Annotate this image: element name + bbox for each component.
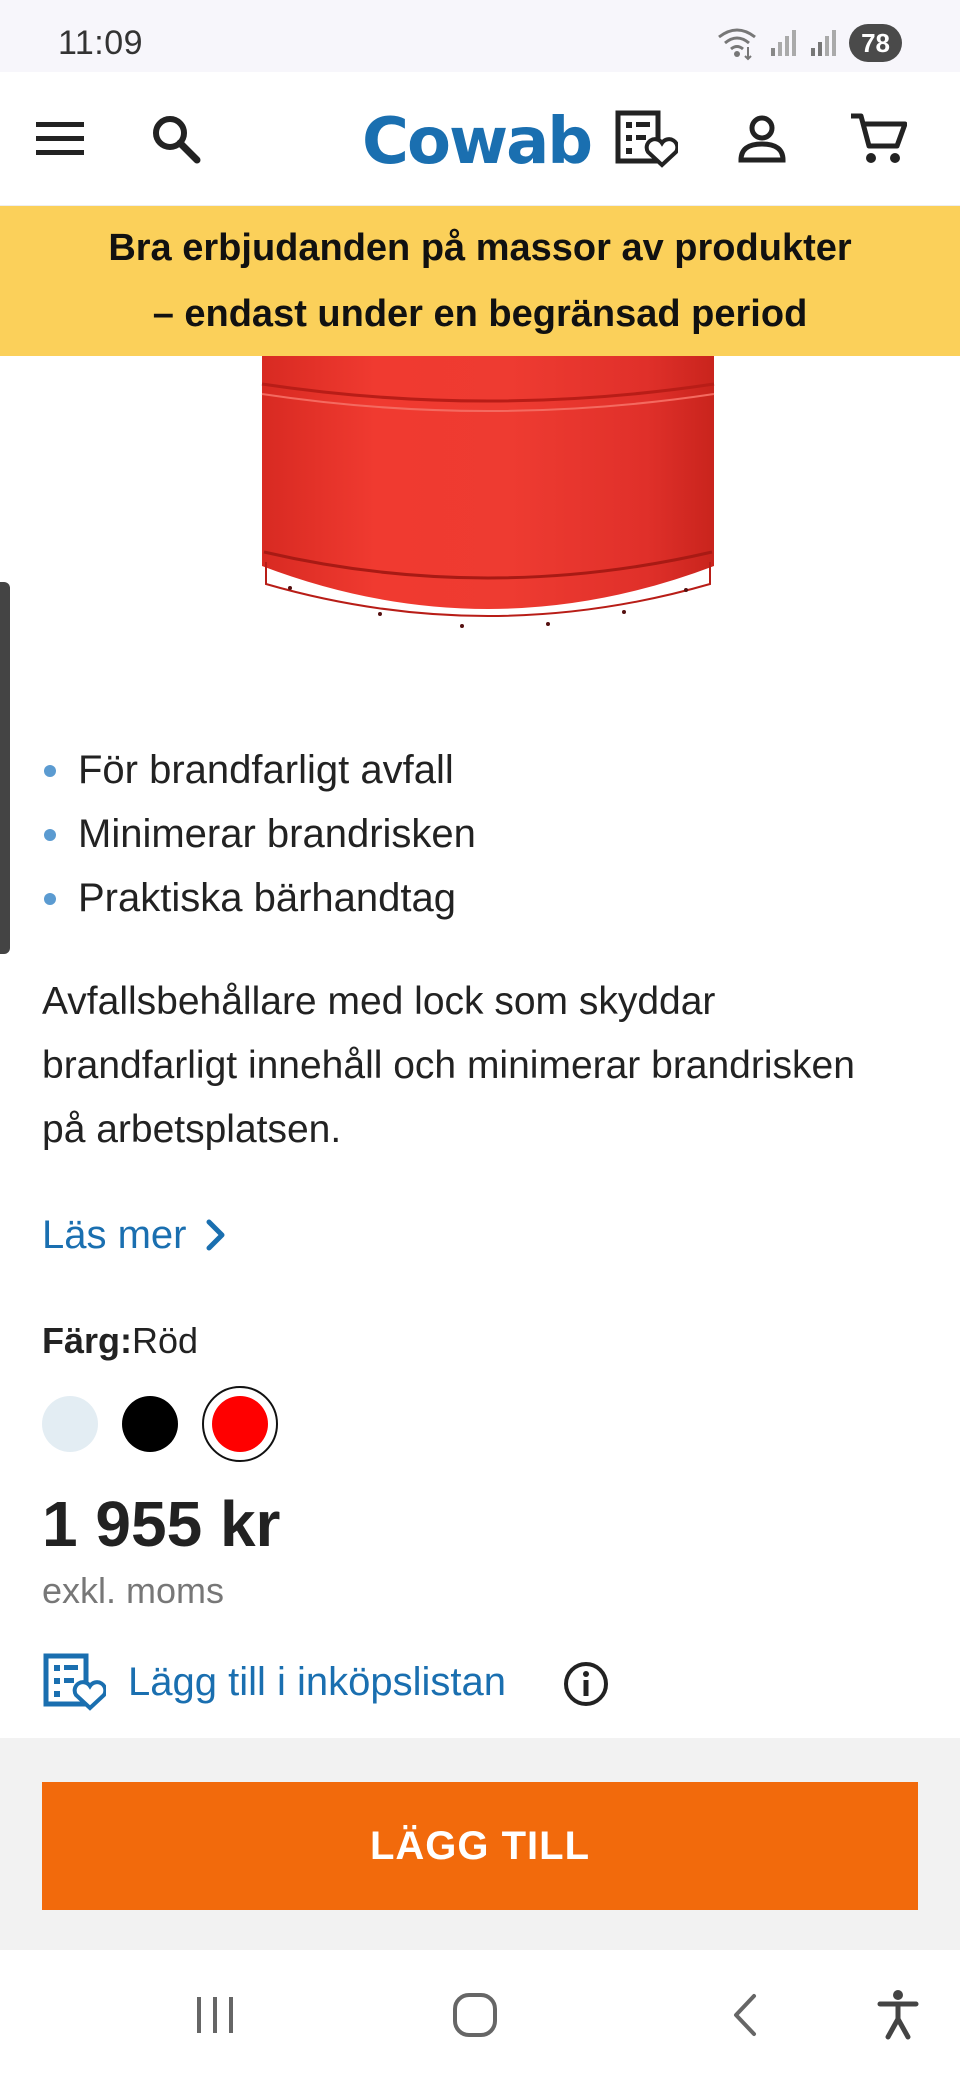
swatch-light-grey[interactable] — [42, 1396, 98, 1452]
read-more-label: Läs mer — [42, 1213, 187, 1257]
chevron-right-icon — [206, 1219, 224, 1251]
info-button[interactable] — [562, 1660, 610, 1713]
color-label: Färg:Röd — [42, 1316, 198, 1366]
status-bar: 11:09 78 — [0, 0, 960, 72]
back-button[interactable] — [710, 1950, 780, 2080]
account-button[interactable] — [732, 72, 792, 206]
color-swatches — [42, 1386, 278, 1462]
cart-icon — [851, 113, 907, 163]
home-icon — [453, 1993, 497, 2037]
product-image[interactable] — [0, 356, 960, 696]
wifi-icon — [718, 28, 756, 61]
add-to-shopping-list-button[interactable]: Lägg till i inköpslistan — [42, 1652, 506, 1712]
signal-icon-2 — [811, 30, 837, 56]
promo-line-1: Bra erbjudanden på massor av produkter — [108, 227, 852, 269]
shopping-list-heart-icon — [615, 110, 678, 168]
recent-apps-button[interactable] — [180, 1950, 250, 2080]
feature-list: För brandfarligt avfall Minimerar brandr… — [42, 738, 476, 930]
system-nav-bar — [0, 1950, 960, 2080]
status-icons: 78 — [715, 24, 902, 62]
recent-apps-icon — [197, 1997, 233, 2033]
add-to-cart-button[interactable]: LÄGG TILL — [42, 1782, 918, 1910]
back-icon — [734, 1994, 756, 2036]
feature-item: Praktiska bärhandtag — [42, 866, 476, 930]
product-description: Avfallsbehållare med lock som skyddar br… — [42, 980, 855, 1151]
color-label-title: Färg: — [42, 1320, 132, 1361]
feature-item: För brandfarligt avfall — [42, 738, 476, 802]
info-icon — [564, 1662, 608, 1706]
vat-note: exkl. moms — [42, 1570, 225, 1611]
user-icon — [738, 115, 786, 163]
color-value: Röd — [132, 1320, 199, 1361]
cowab-logo[interactable]: Cowab — [362, 102, 593, 182]
battery-indicator: 78 — [849, 24, 902, 62]
search-button[interactable] — [146, 72, 206, 206]
accessibility-button[interactable] — [868, 1950, 928, 2080]
red-waste-bin-image — [261, 356, 715, 628]
product-price: 1 955 kr — [42, 1488, 281, 1560]
add-to-list-label: Lägg till i inköpslistan — [128, 1660, 506, 1704]
home-button[interactable] — [440, 1950, 510, 2080]
promo-banner[interactable]: Bra erbjudanden på massor av produkter –… — [0, 206, 960, 356]
shopping-list-button[interactable] — [612, 72, 680, 206]
swatch-red-selected[interactable] — [202, 1386, 278, 1462]
search-icon — [153, 116, 201, 164]
cart-button[interactable] — [846, 72, 910, 206]
shopping-list-heart-icon — [43, 1653, 106, 1711]
feature-item: Minimerar brandrisken — [42, 802, 476, 866]
read-more-link[interactable]: Läs mer — [42, 1208, 227, 1262]
side-scroll-handle[interactable] — [0, 582, 10, 954]
status-time: 11:09 — [58, 24, 144, 62]
swatch-black[interactable] — [122, 1396, 178, 1452]
signal-icon — [771, 30, 797, 56]
menu-button[interactable] — [30, 72, 90, 206]
accessibility-icon — [877, 1990, 919, 2040]
site-header: Cowab — [0, 72, 960, 206]
hamburger-menu-icon — [36, 122, 84, 155]
swatch-red — [212, 1396, 268, 1452]
promo-line-2: – endast under en begränsad period — [152, 293, 808, 335]
